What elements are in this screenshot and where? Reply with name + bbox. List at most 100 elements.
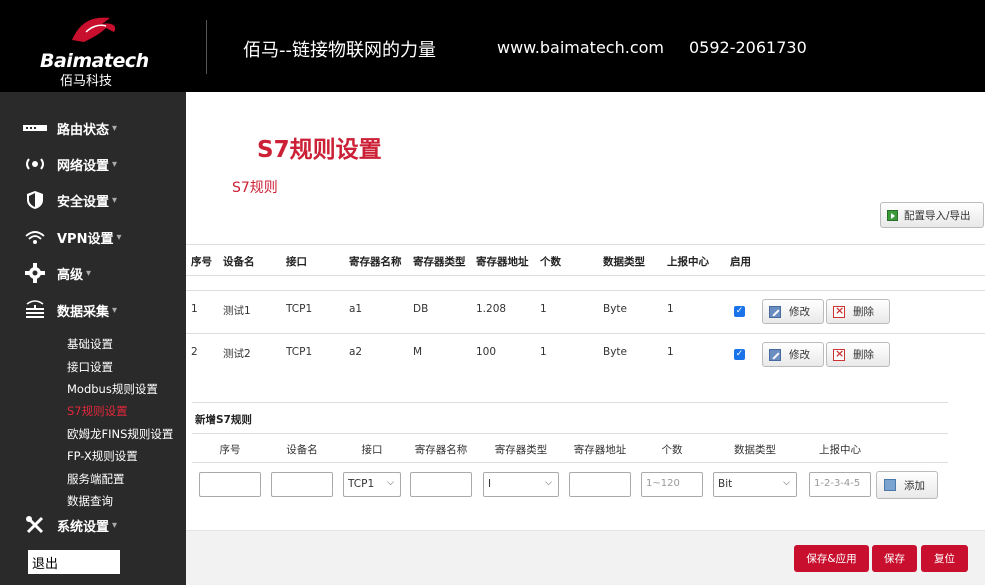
cell-iface: TCP1 — [286, 303, 313, 315]
cell-count: 1 — [540, 303, 547, 315]
delete-button[interactable]: 删除 — [826, 299, 890, 324]
main-content: S7规则设置 S7规则 配置导入/导出 序号 设备名 接口 寄存器名称 寄存器类… — [186, 92, 985, 585]
save-apply-button[interactable]: 保存&应用 — [794, 545, 869, 572]
edit-icon — [769, 305, 781, 318]
section-title: S7规则 — [232, 180, 278, 196]
logout-button[interactable]: 退出 — [28, 550, 120, 574]
delete-button[interactable]: 删除 — [826, 342, 890, 367]
add-rule-title: 新增S7规则 — [195, 414, 252, 426]
dtype-select[interactable]: Bit ⌵ — [713, 472, 797, 497]
add-col-no: 序号 — [219, 444, 241, 456]
enable-checkbox[interactable] — [734, 306, 745, 317]
data-collect-icon — [22, 300, 48, 320]
add-button[interactable]: 添加 — [876, 471, 938, 499]
add-label: 添加 — [904, 479, 925, 492]
import-export-label: 配置导入/导出 — [904, 209, 971, 222]
page-title: S7规则设置 — [257, 137, 382, 163]
delete-icon — [833, 304, 845, 318]
chevron-down-icon: ▾ — [116, 231, 122, 243]
website-text: www.baimatech.com — [497, 38, 664, 57]
report-center-input[interactable]: 1-2-3-4-5 — [809, 472, 871, 497]
edit-button[interactable]: 修改 — [762, 299, 824, 324]
add-col-device: 设备名 — [286, 444, 318, 456]
add-col-reg-type: 寄存器类型 — [494, 444, 548, 456]
reg-type-select[interactable]: I ⌵ — [483, 472, 559, 497]
chevron-down-icon: ⌵ — [545, 478, 552, 488]
sub-item-server[interactable]: 服务端配置 — [67, 471, 125, 487]
sub-item-query[interactable]: 数据查询 — [67, 493, 113, 509]
action-footer: 保存&应用 保存 复位 — [186, 530, 985, 585]
sidebar-item-system[interactable]: 系统设置 ▾ — [22, 513, 117, 537]
header-bar: Baimatech 佰马科技 佰马--链接物联网的力量 www.baimatec… — [0, 0, 985, 92]
sub-item-fpx[interactable]: FP-X规则设置 — [67, 448, 138, 464]
sidebar-item-router-status[interactable]: 路由状态 ▾ — [22, 116, 117, 140]
chevron-down-icon: ▾ — [112, 158, 118, 170]
gear-icon — [22, 263, 48, 283]
sidebar-item-security[interactable]: 安全设置 ▾ — [22, 188, 117, 212]
wifi-icon — [22, 227, 48, 247]
add-rule-section: 新增S7规则 序号 设备名 接口 寄存器名称 寄存器类型 寄存器地址 个数 数据… — [192, 402, 948, 504]
add-col-reg-name: 寄存器名称 — [414, 444, 468, 456]
cell-reg-addr: 100 — [476, 346, 497, 358]
chevron-down-icon: ⌵ — [783, 478, 790, 488]
logo-text-en: Baimatech — [40, 50, 149, 72]
cell-device: 测试2 — [223, 348, 251, 360]
cell-iface: TCP1 — [286, 346, 313, 358]
add-rule-header: 序号 设备名 接口 寄存器名称 寄存器类型 寄存器地址 个数 数据类型 上报中心 — [192, 433, 948, 463]
shield-icon — [22, 190, 48, 210]
edit-button[interactable]: 修改 — [762, 342, 824, 367]
col-reg-name: 寄存器名称 — [349, 256, 402, 268]
tools-icon — [22, 515, 48, 535]
iface-select[interactable]: TCP1 ⌵ — [343, 472, 401, 497]
reg-type-select-value: I — [488, 478, 492, 490]
table-row: 1 测试1 TCP1 a1 DB 1.208 1 Byte 1 修改 删除 — [186, 290, 985, 332]
sidebar-item-vpn[interactable]: VPN设置 ▾ — [22, 225, 122, 249]
add-col-center: 上报中心 — [819, 444, 861, 456]
sub-item-basic[interactable]: 基础设置 — [67, 336, 113, 352]
sidebar-item-label: 数据采集 — [57, 304, 110, 320]
chevron-down-icon: ▾ — [86, 267, 92, 279]
cell-reg-type: M — [413, 346, 423, 358]
col-enabled: 启用 — [730, 256, 751, 268]
signal-icon — [22, 154, 48, 174]
chevron-down-icon: ▾ — [112, 194, 118, 206]
cell-reg-name: a1 — [349, 303, 363, 315]
reg-name-input[interactable] — [410, 472, 472, 497]
add-col-count: 个数 — [661, 444, 683, 456]
sidebar-item-label: 安全设置 — [57, 194, 110, 210]
rule-table-header: 序号 设备名 接口 寄存器名称 寄存器类型 寄存器地址 个数 数据类型 上报中心… — [186, 244, 985, 276]
cell-reg-addr: 1.208 — [476, 303, 507, 315]
horse-logo-icon — [72, 17, 116, 42]
sidebar-item-advanced[interactable]: 高级 ▾ — [22, 261, 91, 285]
sidebar-item-label: VPN设置 — [57, 231, 114, 247]
sidebar: 路由状态 ▾ 网络设置 ▾ 安全设置 ▾ VPN设置 ▾ 高级 ▾ 数据采集 ▾ — [0, 92, 186, 585]
add-icon — [884, 479, 896, 491]
no-input[interactable] — [199, 472, 261, 497]
delete-label: 删除 — [853, 306, 874, 318]
reset-button[interactable]: 复位 — [921, 545, 968, 572]
add-col-iface: 接口 — [361, 444, 383, 456]
header-divider — [206, 20, 207, 74]
sidebar-item-data-collect[interactable]: 数据采集 ▾ — [22, 298, 117, 322]
edit-label: 修改 — [789, 306, 810, 318]
sub-item-modbus[interactable]: Modbus规则设置 — [67, 381, 158, 397]
import-icon — [887, 209, 898, 221]
sub-item-s7[interactable]: S7规则设置 — [67, 403, 128, 419]
phone-text: 0592-2061730 — [689, 38, 807, 57]
slogan: 佰马--链接物联网的力量 — [243, 40, 436, 61]
device-name-input[interactable] — [271, 472, 333, 497]
sub-item-interface[interactable]: 接口设置 — [67, 359, 113, 375]
save-button[interactable]: 保存 — [872, 545, 917, 572]
sidebar-item-label: 高级 — [57, 267, 84, 283]
cell-reg-name: a2 — [349, 346, 363, 358]
sidebar-item-label: 网络设置 — [57, 158, 110, 174]
sub-item-fins[interactable]: 欧姆龙FINS规则设置 — [67, 426, 173, 442]
sidebar-item-label: 系统设置 — [57, 519, 110, 535]
import-export-button[interactable]: 配置导入/导出 — [880, 202, 984, 228]
reg-addr-input[interactable] — [569, 472, 631, 497]
enable-checkbox[interactable] — [734, 349, 745, 360]
col-no: 序号 — [191, 256, 212, 268]
col-device: 设备名 — [223, 256, 255, 268]
count-input[interactable]: 1~120 — [641, 472, 703, 497]
sidebar-item-network[interactable]: 网络设置 ▾ — [22, 152, 117, 176]
